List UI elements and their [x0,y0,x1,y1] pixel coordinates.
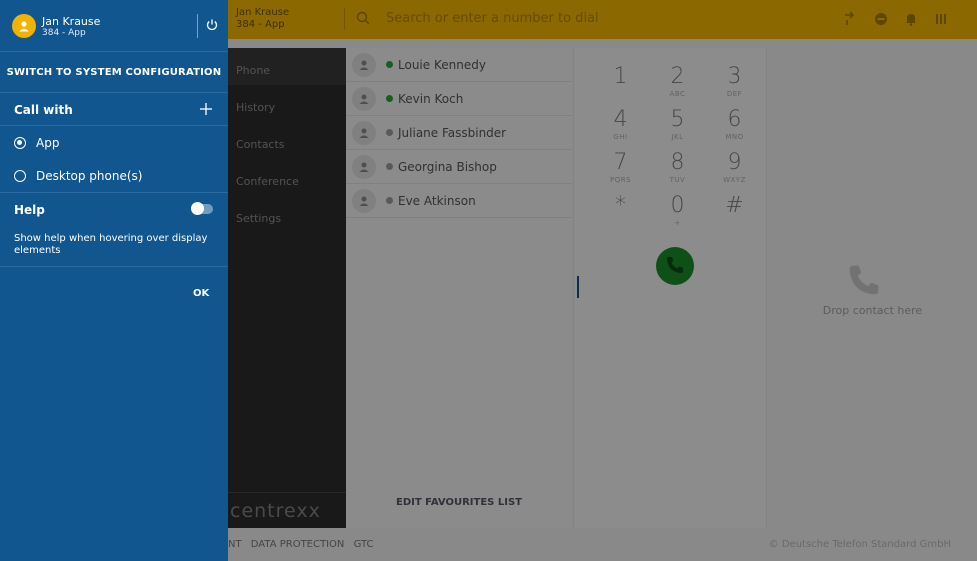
call-with-label: Call with [14,103,73,117]
switch-to-system-configuration-button[interactable]: SWITCH TO SYSTEM CONFIGURATION [0,52,228,93]
user-settings-panel: Jan Krause 384 - App SWITCH TO SYSTEM CO… [0,0,228,561]
help-toggle[interactable] [191,202,213,215]
toggle-knob [191,202,204,215]
help-row: Help [0,193,228,226]
plus-icon[interactable] [198,101,214,120]
call-with-header: Call with [0,93,228,126]
user-name: Jan Krause [42,15,101,28]
radio-button[interactable] [14,170,26,182]
help-label: Help [14,203,45,217]
modal-backdrop[interactable] [228,0,977,561]
user-extension: 384 - App [42,28,86,38]
power-icon[interactable] [205,18,219,35]
help-description: Show help when hovering over display ele… [0,226,228,267]
panel-header: Jan Krause 384 - App [0,0,228,52]
divider [197,14,198,38]
ok-button[interactable]: OK [193,288,209,299]
radio-option-app[interactable]: App [0,126,228,159]
radio-option-desktop-phones[interactable]: Desktop phone(s) [0,159,228,193]
radio-button[interactable] [14,137,26,149]
avatar [12,14,36,38]
radio-label: App [36,136,60,150]
radio-label: Desktop phone(s) [36,169,143,183]
